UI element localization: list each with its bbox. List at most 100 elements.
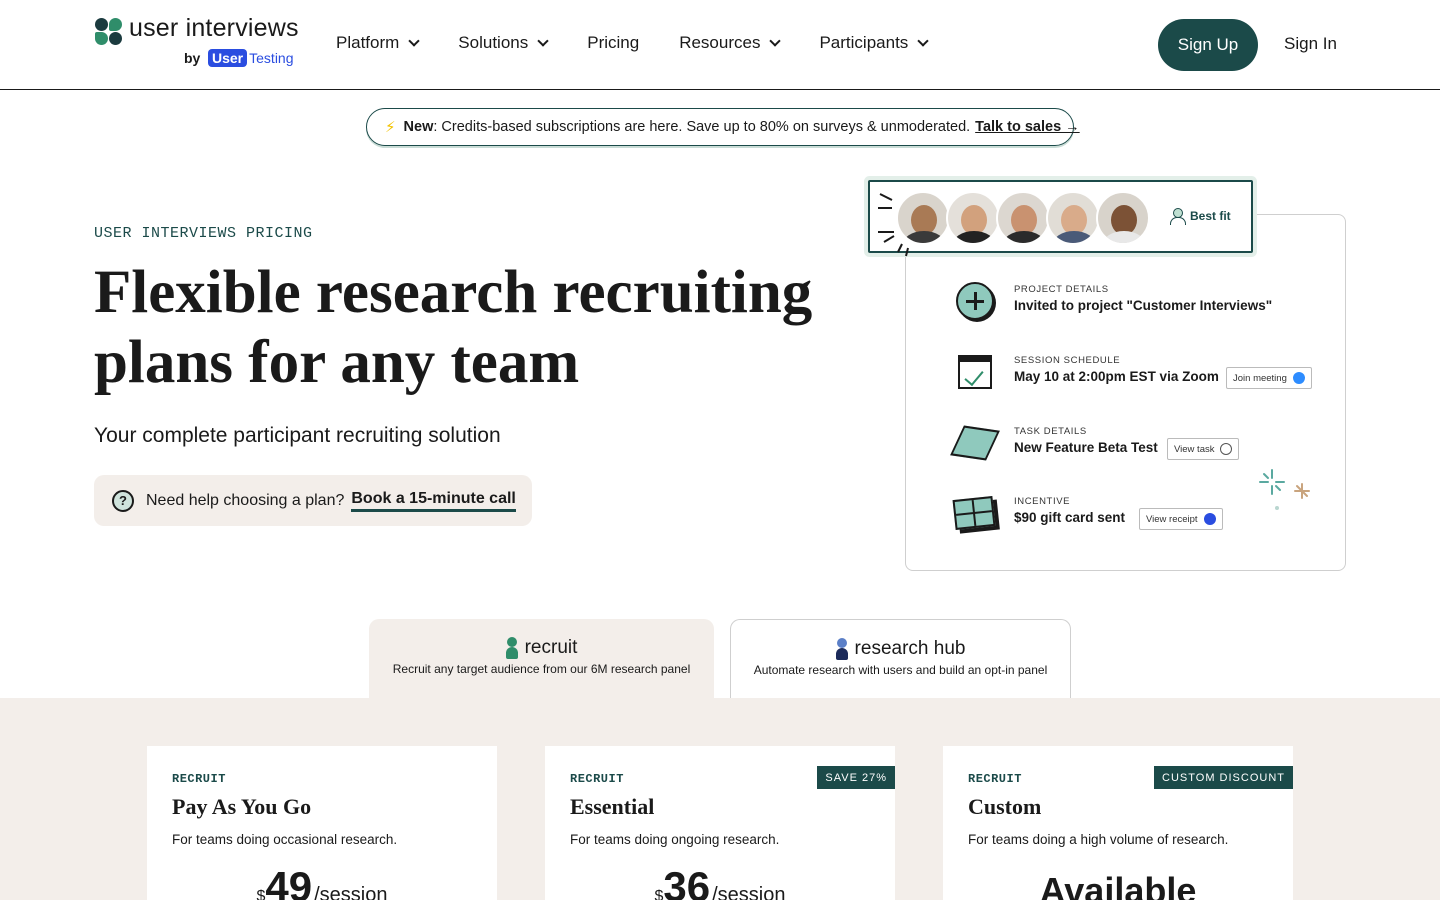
plan-price: $ 36 /session [545, 866, 895, 900]
tab-research-hub[interactable]: research hub Automate research with user… [730, 619, 1071, 699]
view-task-chip[interactable]: View task [1167, 438, 1240, 460]
hero-eyebrow: USER INTERVIEWS PRICING [94, 225, 313, 242]
main-nav: Platform Solutions Pricing Resources Par… [336, 33, 967, 53]
burst-lines-icon [878, 193, 909, 257]
usertesting-logo: User Testing [208, 47, 294, 69]
help-choosing-plan: ? Need help choosing a plan? Book a 15-m… [94, 475, 532, 526]
plan-title: Pay As You Go [172, 794, 312, 819]
view-task-label: View task [1174, 443, 1215, 455]
detail-session-label: SESSION SCHEDULE [1014, 355, 1121, 366]
save-badge: SAVE 27% [817, 766, 895, 789]
plan-desc: For teams doing occasional research. [172, 832, 398, 847]
person-icon [505, 637, 518, 659]
plan-price-unit: /session [314, 884, 388, 900]
plan-eyebrow: RECRUIT [570, 772, 624, 786]
tab-research-hub-title: research hub [854, 638, 966, 659]
chevron-down-icon [769, 34, 782, 47]
plan-price-amount: 36 [663, 863, 711, 900]
sign-up-button[interactable]: Sign Up [1158, 19, 1258, 71]
book-call-link[interactable]: Book a 15-minute call [351, 490, 516, 512]
logo-by: by [184, 50, 201, 66]
nav-pricing-label: Pricing [587, 33, 640, 52]
participant-avatar [996, 191, 1050, 245]
detail-incentive-label: INCENTIVE [1014, 496, 1071, 507]
plan-title: Essential [570, 794, 655, 819]
plan-price-unit: /session [712, 884, 786, 900]
detail-session-value: May 10 at 2:00pm EST via Zoom [1014, 369, 1219, 384]
nav-pricing[interactable]: Pricing [587, 33, 639, 53]
nav-solutions-label: Solutions [458, 33, 529, 52]
nav-solutions[interactable]: Solutions [458, 33, 549, 53]
participant-avatar [1096, 191, 1150, 245]
task-card-icon [950, 422, 1000, 464]
hero-title: Flexible research recruiting plans for a… [94, 259, 813, 396]
plan-price: Available [943, 866, 1293, 900]
nav-resources[interactable]: Resources [679, 33, 782, 53]
chevron-down-icon [537, 34, 549, 47]
detail-task: TASK DETAILS New Feature Beta Test View … [950, 422, 1332, 472]
join-meeting-label: Join meeting [1233, 372, 1287, 384]
plan-price-currency: $ [654, 888, 664, 900]
gift-card-icon [952, 492, 998, 534]
hero-subtitle: Your complete participant recruiting sol… [94, 424, 501, 447]
participant-avatar-strip: Best fit [868, 180, 1253, 253]
plan-price-currency: $ [256, 888, 266, 900]
chevron-down-icon [408, 34, 420, 47]
question-circle-icon: ? [112, 489, 134, 512]
detail-session: SESSION SCHEDULE May 10 at 2:00pm EST vi… [952, 351, 1332, 401]
site-header: user interviews by User Testing Platform… [0, 0, 1440, 90]
talk-to-sales-link[interactable]: Talk to sales → [975, 119, 1080, 135]
plan-desc: For teams doing a high volume of researc… [968, 832, 1229, 847]
tab-recruit-desc: Recruit any target audience from our 6M … [392, 662, 691, 676]
plan-price: $ 49 /session [147, 866, 497, 900]
plan-card-custom: RECRUIT Custom For teams doing a high vo… [943, 746, 1293, 900]
nav-platform[interactable]: Platform [336, 33, 420, 53]
join-meeting-chip[interactable]: Join meeting [1226, 367, 1312, 389]
detail-task-label: TASK DETAILS [1014, 426, 1087, 437]
participant-avatar [1046, 191, 1100, 245]
tab-recruit[interactable]: recruit Recruit any target audience from… [369, 619, 714, 699]
announcement-text: : Credits-based subscriptions are here. … [433, 119, 971, 135]
usertesting-logo-testing: Testing [249, 50, 294, 66]
nav-participants[interactable]: Participants [819, 33, 929, 53]
detail-project-value: Invited to project "Customer Interviews" [1014, 298, 1273, 313]
detail-task-value: New Feature Beta Test [1014, 440, 1158, 455]
plan-card-essential: RECRUIT Essential For teams doing ongoin… [545, 746, 895, 900]
participant-avatar [946, 191, 1000, 245]
plan-price-amount: 49 [265, 863, 313, 900]
plus-circle-icon [952, 280, 998, 322]
plan-title: Custom [968, 794, 1042, 819]
zoom-icon [1292, 372, 1305, 384]
nav-platform-label: Platform [336, 33, 400, 52]
plan-eyebrow: RECRUIT [968, 772, 1022, 786]
nav-resources-label: Resources [679, 33, 761, 52]
help-text: Need help choosing a plan? [146, 491, 345, 509]
person-icon [1170, 208, 1186, 225]
tab-research-hub-desc: Automate research with users and build a… [753, 663, 1048, 677]
plan-card-pay-as-you-go: RECRUIT Pay As You Go For teams doing oc… [147, 746, 497, 900]
view-receipt-chip[interactable]: View receipt [1139, 508, 1223, 530]
announcement-new-label: New [403, 119, 434, 135]
person-icon [835, 638, 848, 660]
detail-project: PROJECT DETAILS Invited to project "Cust… [952, 280, 1332, 330]
sign-in-link[interactable]: Sign In [1284, 34, 1337, 54]
best-fit-label: Best fit [1190, 209, 1231, 223]
user-interviews-logo[interactable]: user interviews by User Testing [95, 14, 305, 72]
tremendous-icon [1203, 513, 1216, 525]
plan-eyebrow: RECRUIT [172, 772, 226, 786]
tab-recruit-title: recruit [524, 637, 578, 658]
detail-project-label: PROJECT DETAILS [1014, 284, 1109, 295]
calendar-icon [952, 351, 998, 393]
custom-discount-badge: CUSTOM DISCOUNT [1154, 766, 1293, 789]
logo-wordmark: user interviews [129, 14, 299, 42]
fingerprint-icon [1220, 443, 1233, 455]
chevron-down-icon [917, 34, 929, 47]
usertesting-logo-user: User [208, 49, 248, 67]
announcement-banner: ⚡ New : Credits-based subscriptions are … [366, 108, 1080, 146]
lightning-bolt-icon: ⚡ [385, 119, 396, 136]
view-receipt-label: View receipt [1146, 513, 1198, 525]
logo-mark-icon [95, 18, 123, 46]
nav-participants-label: Participants [819, 33, 909, 52]
plan-desc: For teams doing ongoing research. [570, 832, 780, 847]
detail-incentive-value: $90 gift card sent [1014, 510, 1126, 525]
